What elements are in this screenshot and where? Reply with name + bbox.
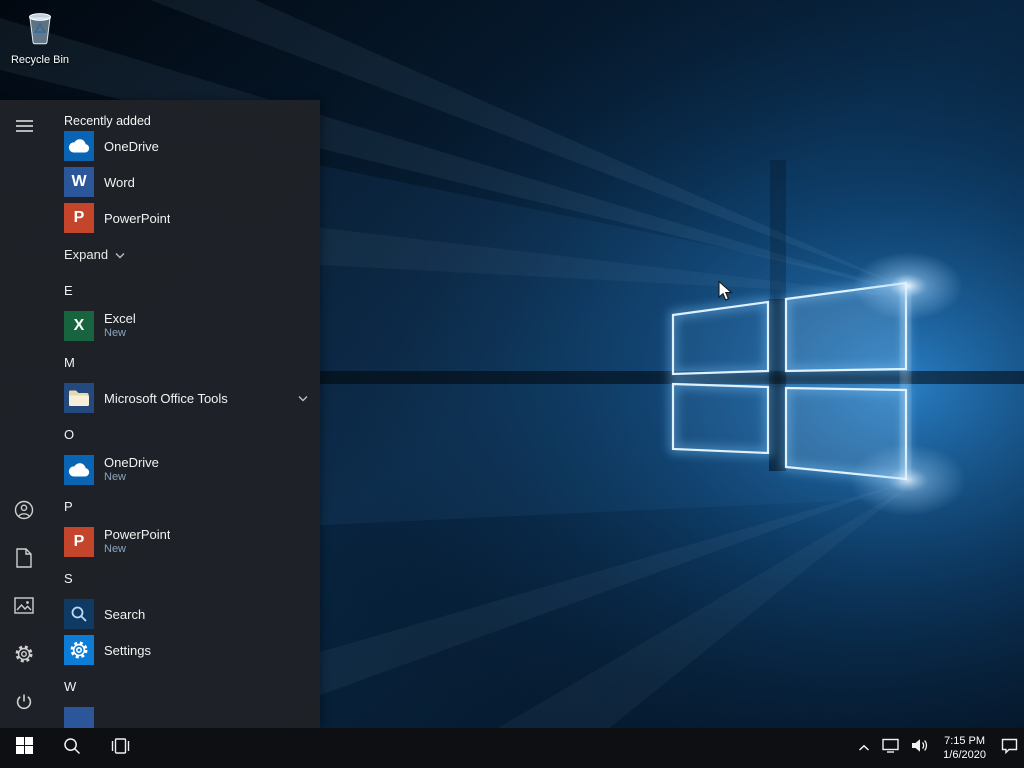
new-badge: New (104, 471, 127, 483)
office-tools-left: Microsoft Office Tools (64, 383, 228, 413)
letter-header-p[interactable]: P (48, 488, 320, 524)
search-icon (63, 737, 81, 760)
app-label: Settings (104, 642, 151, 658)
start-app-onedrive-recent[interactable]: OneDrive (48, 128, 320, 164)
clock-date: 1/6/2020 (943, 749, 986, 761)
excel-icon-letter: X (73, 317, 85, 334)
task-view-icon (111, 737, 130, 759)
excel-icon: X (64, 311, 94, 341)
documents-button[interactable] (0, 536, 48, 584)
windows-start-icon (15, 737, 33, 759)
start-button[interactable] (0, 728, 48, 768)
start-app-settings[interactable]: Settings (48, 632, 320, 668)
letter-header-m[interactable]: M (48, 344, 320, 380)
settings-rail-button[interactable] (0, 632, 48, 680)
expand-toggle[interactable]: Expand (48, 236, 320, 272)
network-icon (882, 738, 899, 758)
pictures-button[interactable] (0, 584, 48, 632)
start-app-powerpoint-recent[interactable]: P PowerPoint (48, 200, 320, 236)
desktop: Recycle Bin Recently added OneDrive W Wo… (0, 0, 1024, 768)
chevron-up-icon (858, 739, 870, 757)
letter-header-w[interactable]: W (48, 668, 320, 704)
letter-header-o[interactable]: O (48, 416, 320, 452)
recycle-bin-label: Recycle Bin (10, 54, 70, 66)
search-app-icon (64, 599, 94, 629)
volume-icon (911, 738, 928, 758)
word-icon: W (64, 167, 94, 197)
expand-label: Expand (64, 246, 109, 262)
action-center-button[interactable] (995, 728, 1024, 768)
volume-button[interactable] (905, 728, 934, 768)
start-app-onedrive[interactable]: OneDrive New (48, 452, 320, 488)
app-label: PowerPoint (104, 527, 171, 542)
system-tray: 7:15 PM 1/6/2020 (852, 728, 1024, 768)
app-label: OneDrive (104, 138, 159, 154)
app-label: PowerPoint (104, 210, 171, 226)
power-button[interactable] (0, 680, 48, 728)
app-label: Word (104, 174, 135, 190)
pictures-icon (14, 597, 34, 619)
recently-added-header: Recently added (64, 114, 151, 128)
app-text: PowerPoint New (104, 527, 170, 557)
start-menu-rail (0, 100, 48, 728)
powerpoint-icon: P (64, 203, 94, 233)
power-icon (15, 693, 33, 716)
powerpoint-icon-letter: P (73, 209, 85, 226)
app-label: Search (104, 606, 146, 622)
start-app-search[interactable]: Search (48, 596, 320, 632)
hamburger-menu-button[interactable] (0, 104, 48, 152)
letter-header-e[interactable]: E (48, 272, 320, 308)
app-label: Excel (104, 311, 136, 326)
start-app-office-tools[interactable]: Microsoft Office Tools (48, 380, 320, 416)
new-badge: New (104, 543, 127, 555)
powerpoint-icon: P (64, 527, 94, 557)
action-center-icon (1001, 738, 1018, 759)
word-icon-letter: W (71, 173, 87, 190)
new-badge: New (104, 327, 127, 339)
folder-icon (64, 383, 94, 413)
powerpoint-icon-letter: P (73, 533, 85, 550)
start-app-word-recent[interactable]: W Word (48, 164, 320, 200)
taskbar-search-button[interactable] (48, 728, 96, 768)
rail-spacer (0, 152, 48, 488)
chevron-down-icon[interactable] (298, 389, 308, 407)
gear-icon (14, 644, 34, 669)
onedrive-icon (64, 131, 94, 161)
hamburger-icon (15, 119, 33, 138)
documents-icon (16, 547, 32, 573)
taskbar-clock[interactable]: 7:15 PM 1/6/2020 (934, 728, 995, 768)
letter-header-s[interactable]: S (48, 560, 320, 596)
task-view-button[interactable] (96, 728, 144, 768)
clock-time: 7:15 PM (944, 735, 986, 747)
app-text: Excel New (104, 311, 136, 341)
start-app-powerpoint[interactable]: P PowerPoint New (48, 524, 320, 560)
start-app-list: Recently added OneDrive W Word P PowerPo… (48, 100, 320, 728)
start-app-excel[interactable]: X Excel New (48, 308, 320, 344)
settings-gear-icon (64, 635, 94, 665)
user-icon (14, 500, 34, 525)
start-menu: Recently added OneDrive W Word P PowerPo… (0, 100, 320, 728)
onedrive-icon (64, 455, 94, 485)
recycle-bin-icon (22, 8, 58, 51)
account-button[interactable] (0, 488, 48, 536)
recycle-bin[interactable]: Recycle Bin (8, 8, 72, 66)
word-icon (64, 707, 94, 728)
app-label: OneDrive (104, 455, 159, 470)
taskbar: 7:15 PM 1/6/2020 (0, 728, 1024, 768)
start-app-partial[interactable] (48, 704, 320, 728)
chevron-down-icon (115, 247, 125, 262)
tray-overflow-button[interactable] (852, 728, 876, 768)
app-text: OneDrive New (104, 455, 159, 485)
network-button[interactable] (876, 728, 905, 768)
app-label: Microsoft Office Tools (104, 390, 228, 406)
